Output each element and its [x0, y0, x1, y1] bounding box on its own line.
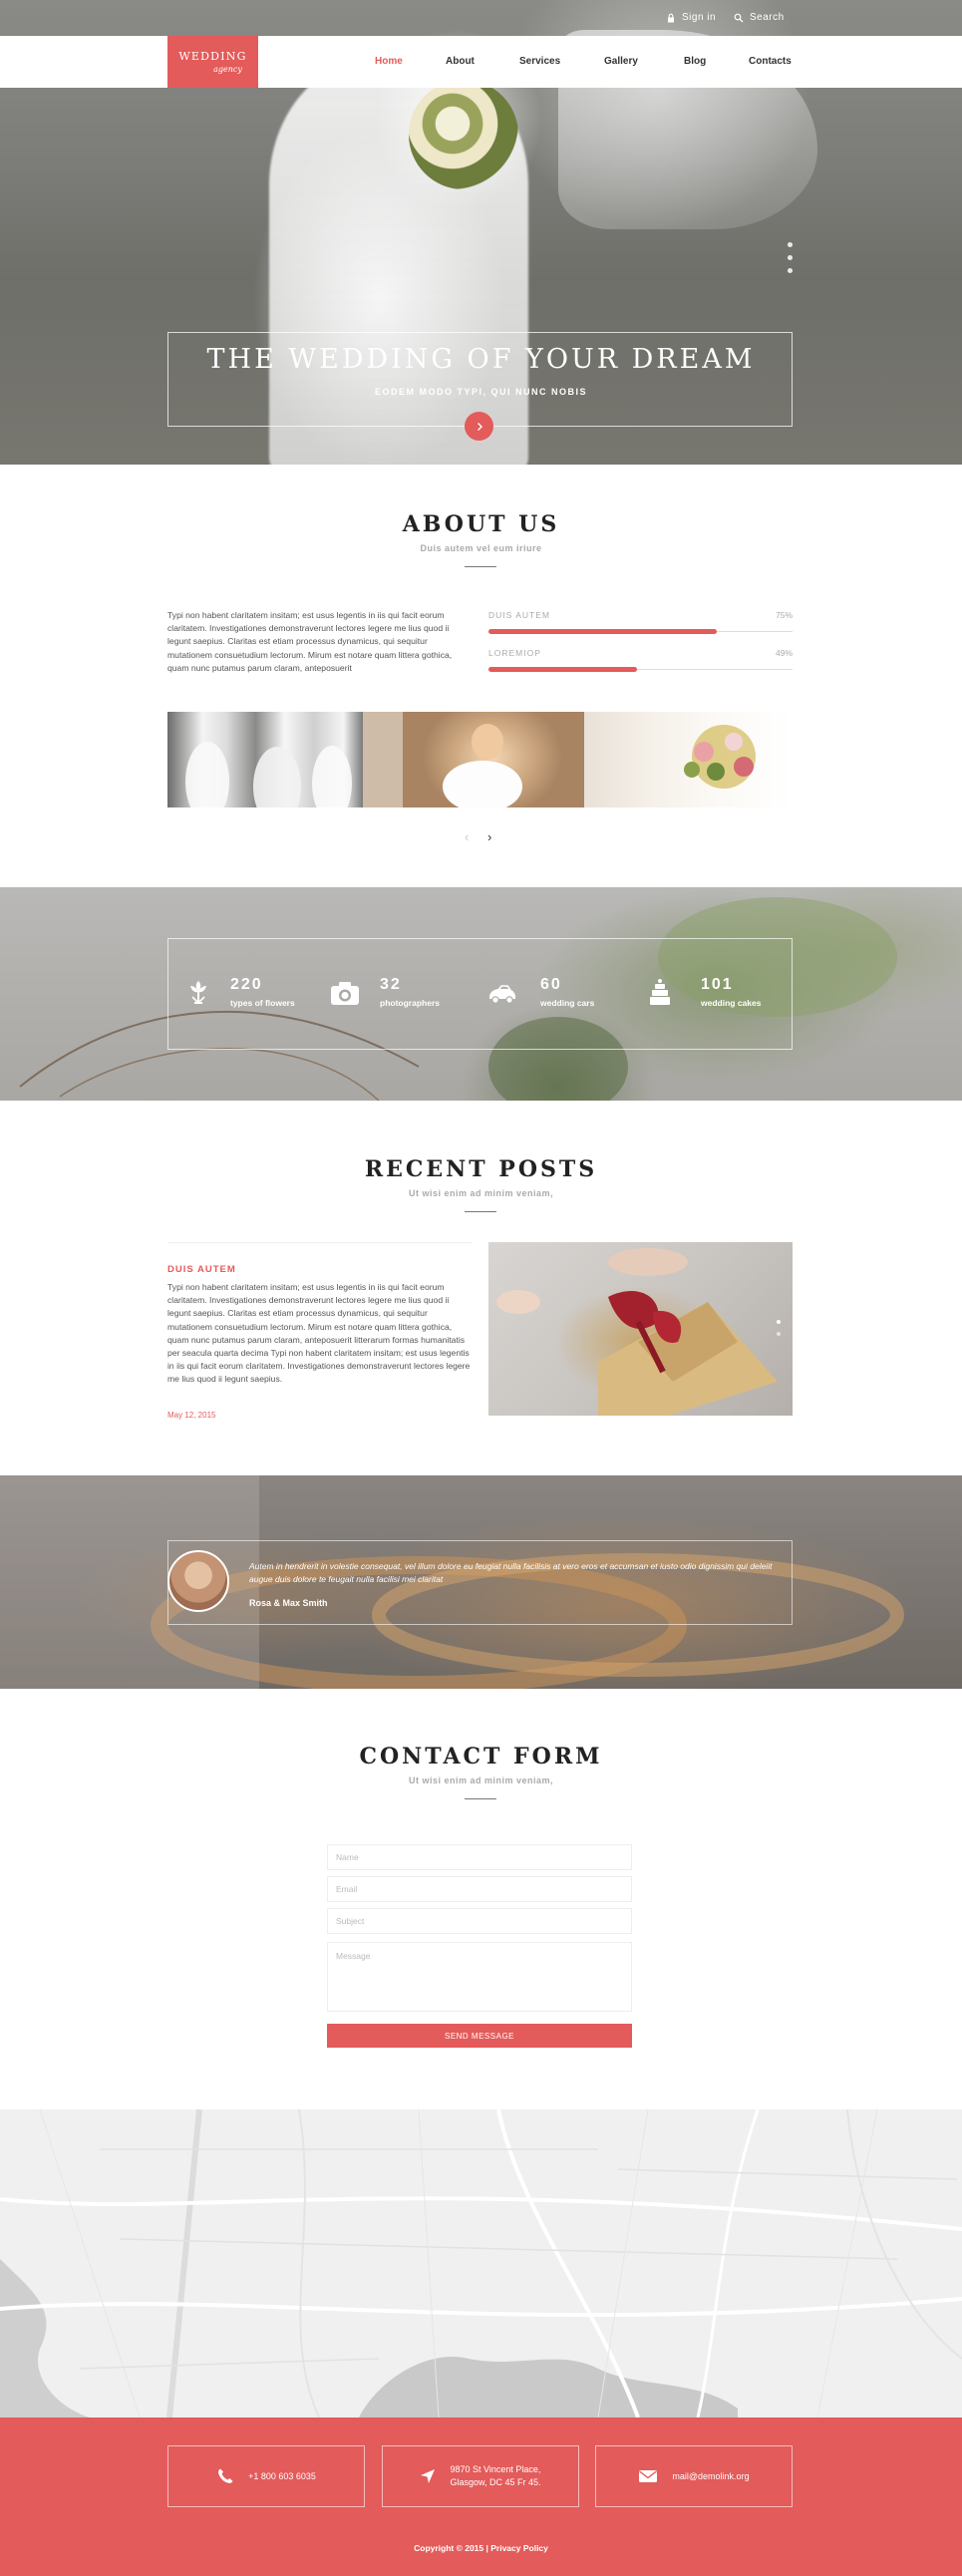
message-field[interactable] [327, 1942, 632, 2012]
stat-label: types of flowers [230, 998, 295, 1008]
avatar [167, 1550, 229, 1612]
posts-title: RECENT POSTS [364, 1156, 598, 1182]
footer-phone[interactable]: +1 800 603 6035 [167, 2445, 365, 2507]
about-title: ABOUT US [402, 511, 560, 537]
stat-number: 220 [230, 976, 263, 993]
contact-subtitle: Ut wisi enim ad minim veniam, [408, 1775, 554, 1785]
skill-label: DUIS AUTEM [488, 610, 550, 620]
stats-frame [167, 938, 793, 1050]
skill-bar-fill [488, 667, 637, 672]
stat-label: wedding cakes [701, 998, 762, 1008]
post-slider-dot[interactable] [777, 1320, 781, 1324]
skill-value: 75% [775, 610, 793, 620]
search-icon [734, 13, 744, 22]
footer-address-line2: Glasgow, DC 45 Fr 45. [450, 2477, 541, 2487]
gallery-image[interactable] [584, 712, 793, 807]
post-title[interactable]: DUIS AUTEM [167, 1264, 236, 1275]
nav-blog[interactable]: Blog [684, 56, 706, 67]
logo-tagline: agency [213, 65, 242, 74]
about-text: Typi non habent claritatem insitam; est … [167, 610, 453, 673]
signin-link[interactable]: Sign in [666, 12, 716, 23]
name-field[interactable] [327, 1844, 632, 1870]
skill-bar-fill [488, 629, 717, 634]
send-message-button[interactable]: SEND MESSAGE [327, 2024, 632, 2048]
gallery-brides-shape [185, 742, 352, 807]
lock-icon [668, 13, 674, 22]
slider-dot[interactable] [788, 242, 793, 247]
gallery-bride-shape [363, 712, 522, 807]
hero-title: THE WEDDING OF YOUR DREAM [206, 344, 756, 375]
slider-dot[interactable] [788, 255, 793, 260]
skill-value: 49% [775, 648, 793, 658]
footer-address-line1: 9870 St Vincent Place, [450, 2464, 541, 2474]
footer-email[interactable]: mail@demolink.org [595, 2445, 793, 2507]
copyright[interactable]: Copyright © 2015 | Privacy Policy [0, 2543, 962, 2553]
nav-bar [0, 36, 962, 88]
gallery-flowers-shape [684, 725, 756, 789]
nav-home[interactable]: Home [375, 56, 403, 67]
gallery-next-arrow[interactable]: › [487, 829, 491, 844]
skill-label: LOREMIOP [488, 648, 541, 658]
nav-services[interactable]: Services [519, 56, 560, 67]
slider-dot[interactable] [788, 268, 793, 273]
flower-icon [190, 981, 206, 1005]
testimonial-author: Rosa & Max Smith [249, 1598, 328, 1608]
posts-subtitle: Ut wisi enim ad minim veniam, [408, 1188, 554, 1198]
hero-next-button[interactable] [465, 412, 493, 441]
cake-icon [650, 979, 670, 1005]
search-link[interactable]: Search [734, 12, 785, 23]
envelope-icon [639, 2470, 658, 2482]
post-top-rule [167, 1242, 472, 1243]
stat-number: 101 [701, 976, 734, 993]
about-subtitle: Duis autem vel eum iriure [420, 543, 542, 553]
contact-divider [465, 1798, 496, 1799]
map-graphic [0, 2109, 962, 2417]
contact-title: CONTACT FORM [359, 1744, 603, 1770]
logo-name: WEDDING [178, 50, 247, 63]
location-arrow-icon [421, 2469, 436, 2483]
logo[interactable]: WEDDING agency [167, 36, 258, 88]
post-date: May 12, 2015 [167, 1411, 216, 1420]
map[interactable] [0, 2109, 962, 2417]
footer-address-text: 9870 St Vincent Place, Glasgow, DC 45 Fr… [450, 2463, 540, 2489]
stat-number: 32 [380, 976, 402, 993]
testimonial-quote: Autem in hendrerit in volestie consequat… [249, 1561, 773, 1584]
nav-about[interactable]: About [446, 56, 475, 67]
post-invitation-shape [496, 1248, 778, 1416]
top-bar: Sign in Search [0, 0, 962, 36]
about-divider [465, 566, 496, 567]
stat-label: photographers [380, 998, 440, 1008]
search-label: Search [750, 12, 785, 23]
car-icon [489, 985, 515, 1004]
nav-gallery[interactable]: Gallery [604, 56, 638, 67]
footer-phone-text: +1 800 603 6035 [248, 2470, 316, 2481]
post-image[interactable] [488, 1242, 793, 1416]
camera-icon [331, 982, 359, 1005]
chevron-right-icon [477, 422, 482, 431]
phone-icon [218, 2468, 233, 2483]
stat-label: wedding cars [540, 998, 595, 1008]
stat-number: 60 [540, 976, 562, 993]
email-field[interactable] [327, 1876, 632, 1902]
subject-field[interactable] [327, 1908, 632, 1934]
hero-subtitle: EODEM MODO TYPI, QUI NUNC NOBIS [374, 387, 587, 397]
gallery-image[interactable] [167, 712, 363, 807]
posts-divider [465, 1211, 496, 1212]
post-slider-dot[interactable] [777, 1332, 781, 1336]
nav-contacts[interactable]: Contacts [749, 56, 792, 67]
footer-email-text: mail@demolink.org [672, 2470, 750, 2481]
post-text: Typi non habent claritatem insitam; est … [167, 1282, 471, 1385]
hero-bouquet-shape [409, 80, 518, 189]
gallery-image[interactable] [363, 712, 584, 807]
gallery-prev-arrow[interactable]: ‹ [465, 829, 469, 844]
footer-address: 9870 St Vincent Place, Glasgow, DC 45 Fr… [382, 2445, 579, 2507]
signin-label: Sign in [682, 12, 717, 23]
